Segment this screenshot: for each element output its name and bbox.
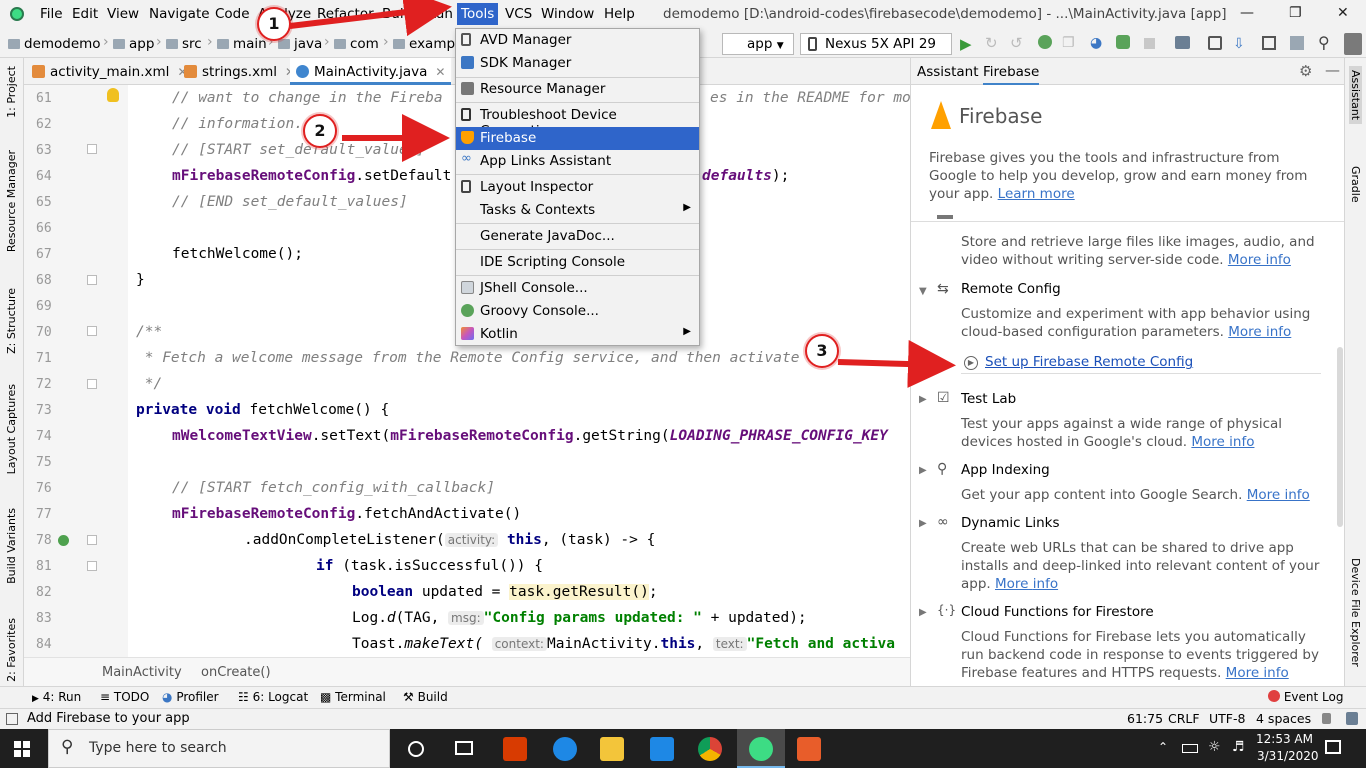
cortana-icon[interactable] [408, 741, 424, 757]
battery-icon[interactable] [1182, 744, 1198, 753]
file-explorer-icon[interactable] [600, 737, 624, 761]
volume-icon[interactable]: ♬ [1232, 739, 1245, 755]
notification-icon[interactable] [1325, 740, 1341, 754]
taskbar-search-box[interactable]: ⚲ Type here to search [48, 729, 390, 768]
taskbar-date[interactable]: 3/31/2020 [1257, 749, 1319, 763]
office-icon[interactable] [503, 737, 527, 761]
mail-icon[interactable] [650, 737, 674, 761]
annotation-badge-1: 1 [257, 7, 291, 41]
wifi-icon[interactable]: ☼ [1208, 739, 1221, 755]
annotation-badge-3: 3 [805, 334, 839, 368]
screen-recorder-icon[interactable] [797, 737, 821, 761]
annotation-arrows [289, 0, 956, 388]
taskbar-search-placeholder: Type here to search [89, 740, 227, 756]
tray-chevron-icon[interactable]: ⌃ [1158, 740, 1168, 754]
android-studio-taskbar-icon [749, 737, 773, 761]
edge-icon[interactable] [553, 737, 577, 761]
windows-start-icon[interactable] [14, 741, 30, 757]
search-icon: ⚲ [61, 737, 74, 757]
chrome-icon[interactable] [698, 737, 722, 761]
task-view-icon[interactable] [455, 741, 473, 755]
annotation-arrow-1 [289, 0, 452, 37]
annotation-arrow-3 [837, 339, 956, 388]
annotation-badge-2: 2 [303, 114, 337, 148]
taskbar-time[interactable]: 12:53 AM [1256, 732, 1313, 746]
